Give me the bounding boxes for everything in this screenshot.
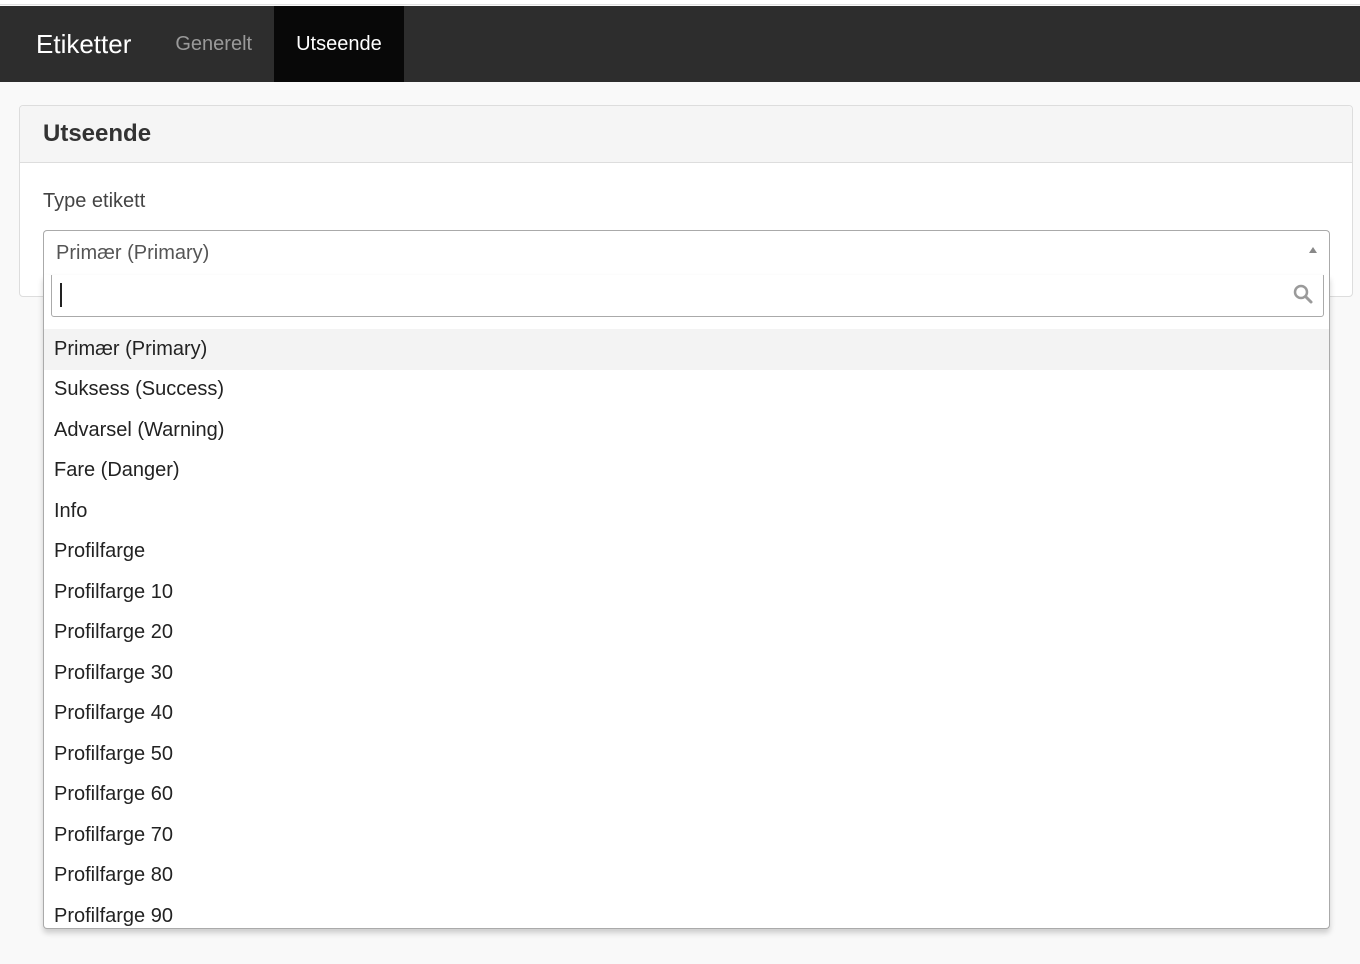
- select-option[interactable]: Profilfarge 50: [44, 734, 1329, 775]
- label-type-etikett: Type etikett: [43, 190, 146, 212]
- select-dropdown: Primær (Primary) Suksess (Success) Advarse…: [43, 275, 1330, 929]
- select-option[interactable]: Profilfarge: [44, 532, 1329, 573]
- select-option[interactable]: Fare (Danger): [44, 451, 1329, 492]
- tab-utseende[interactable]: Utseende: [274, 6, 404, 82]
- dropdown-search: [51, 275, 1324, 317]
- select-option[interactable]: Profilfarge 70: [44, 815, 1329, 856]
- navbar-brand[interactable]: Etiketter: [0, 6, 153, 82]
- select-option[interactable]: Primær (Primary): [44, 329, 1329, 370]
- select-option[interactable]: Profilfarge 20: [44, 613, 1329, 654]
- search-icon: [1293, 284, 1313, 304]
- select-option[interactable]: Profilfarge 10: [44, 572, 1329, 613]
- label-type-select[interactable]: Primær (Primary): [43, 230, 1330, 276]
- select-option[interactable]: Suksess (Success): [44, 370, 1329, 411]
- select-option[interactable]: Profilfarge 60: [44, 775, 1329, 816]
- select-option[interactable]: Profilfarge 40: [44, 694, 1329, 735]
- select-option[interactable]: Profilfarge 90: [44, 896, 1329, 928]
- select-option[interactable]: Advarsel (Warning): [44, 410, 1329, 451]
- panel-title: Utseende: [20, 106, 1352, 163]
- select-option[interactable]: Profilfarge 80: [44, 856, 1329, 897]
- window-top-strip: [0, 0, 1360, 5]
- select-selected-value: Primær (Primary): [56, 242, 210, 264]
- top-navbar: Etiketter Generelt Utseende: [0, 6, 1360, 82]
- select-option[interactable]: Info: [44, 491, 1329, 532]
- options-list: Primær (Primary) Suksess (Success) Advarse…: [44, 329, 1329, 928]
- text-caret: [60, 283, 62, 307]
- select-option[interactable]: Profilfarge 30: [44, 653, 1329, 694]
- tab-generelt[interactable]: Generelt: [153, 6, 274, 82]
- dropdown-search-input[interactable]: [51, 275, 1324, 317]
- arrow-up-icon: [1309, 247, 1317, 253]
